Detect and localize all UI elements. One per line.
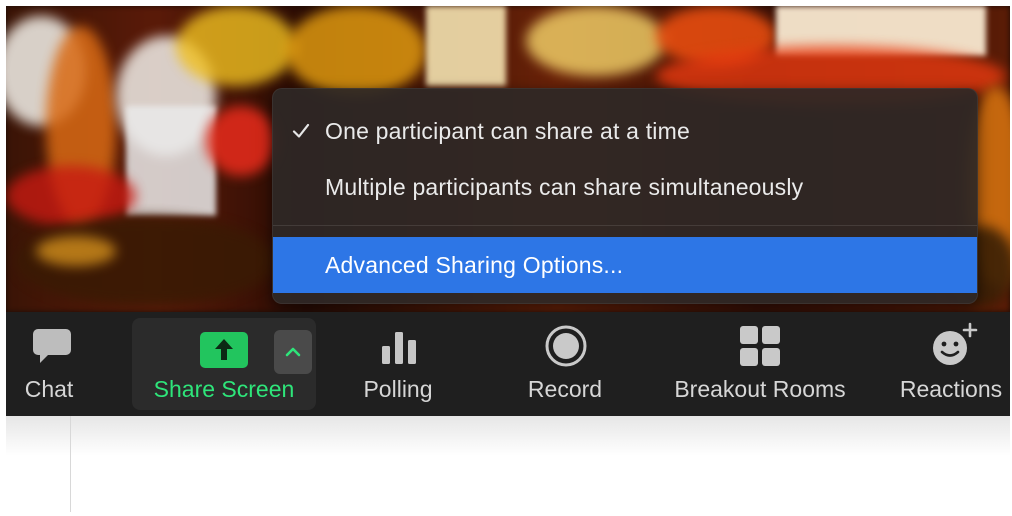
record-label: Record [527,376,603,402]
bar-chart-icon [382,332,416,364]
polling-button[interactable]: Polling [356,312,440,416]
record-circle-icon [545,325,587,367]
menu-item-label: Multiple participants can share simultan… [325,173,804,200]
share-screen-button[interactable] [200,332,248,368]
zoom-window: One participant can share at a time Mult… [0,0,1012,516]
menu-item-multiple-participants[interactable]: Multiple participants can share simultan… [273,163,977,211]
grid-four-squares-icon [740,326,780,366]
breakout-rooms-button[interactable]: Breakout Rooms [666,312,854,416]
menu-divider [273,225,977,226]
checkmark-icon [292,123,310,138]
record-button[interactable]: Record [520,312,610,416]
reactions-label: Reactions [899,376,1003,402]
breakout-rooms-label: Breakout Rooms [674,376,846,402]
chat-bubble-icon [33,329,71,363]
share-screen-label[interactable]: Share Screen [132,376,316,403]
chevron-up-icon [285,347,301,357]
chat-label: Chat [24,376,74,402]
menu-item-label: Advanced Sharing Options... [325,251,624,278]
panel-divider [70,416,71,512]
chat-button[interactable]: Chat [12,312,86,416]
share-options-caret[interactable] [274,330,312,374]
content-area [6,416,1010,512]
share-screen-arrow-up-icon [215,339,233,360]
menu-item-advanced-sharing[interactable]: Advanced Sharing Options... [273,237,977,293]
polling-label: Polling [363,376,433,402]
smiley-plus-icon [933,322,978,365]
menu-item-label: One participant can share at a time [325,117,690,144]
meeting-toolbar: Chat Share Screen Polling Record Breakou… [6,312,1010,416]
reactions-button[interactable]: Reactions [894,312,1008,416]
menu-item-one-participant[interactable]: One participant can share at a time [273,107,977,155]
share-screen-group: Share Screen [132,318,316,410]
share-options-menu: One participant can share at a time Mult… [272,88,978,304]
